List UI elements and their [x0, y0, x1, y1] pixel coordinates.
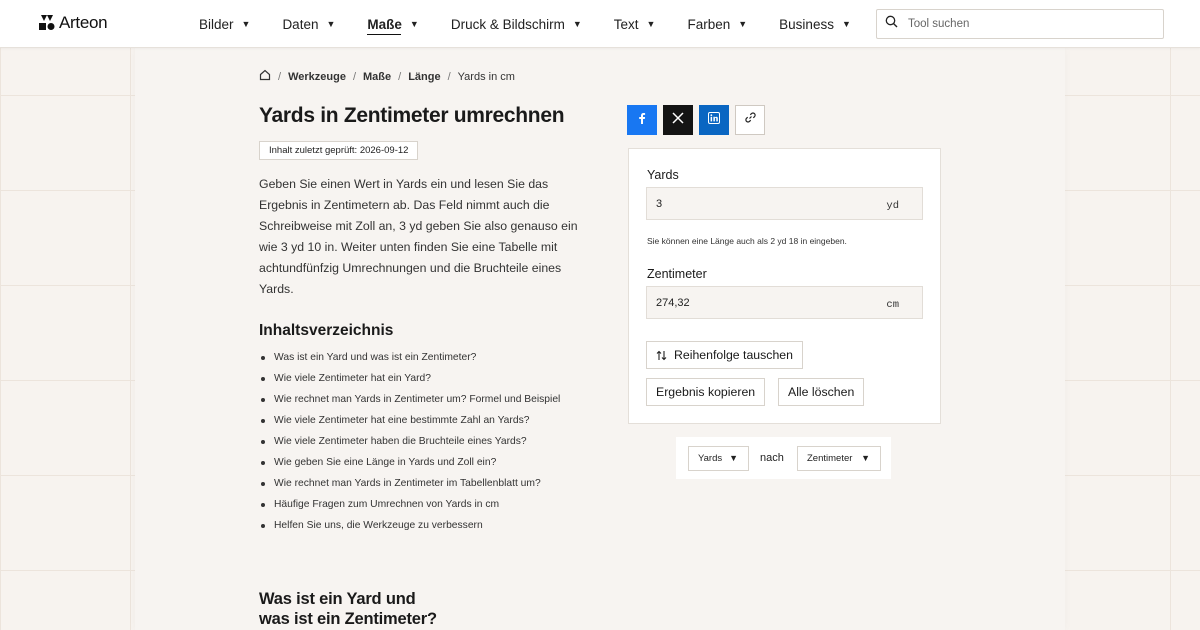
swap-order-label: Reihenfolge tauschen — [674, 348, 793, 362]
facebook-icon — [636, 111, 648, 129]
intro-text: Geben Sie einen Wert in Yards ein und le… — [259, 177, 578, 296]
nav-item-masse[interactable]: Maße ▼ — [367, 0, 419, 48]
breadcrumb-masse[interactable]: Maße — [363, 71, 391, 83]
from-unit-suffix: yd — [886, 200, 899, 212]
toc-item[interactable]: Helfen Sie uns, die Werkzeuge zu verbess… — [259, 515, 560, 536]
section-heading-line: was ist ein Zentimeter? — [259, 610, 437, 628]
chevron-down-icon: ▼ — [738, 19, 748, 29]
chevron-down-icon: ▼ — [241, 19, 251, 29]
site-header: Arteon Bilder ▼ Daten ▼ Maße ▼ Druck & B… — [0, 0, 1200, 48]
breadcrumb-current: Yards in cm — [457, 70, 515, 83]
to-value-field[interactable]: cm — [646, 286, 923, 319]
copy-result-label: Ergebnis kopieren — [656, 385, 756, 399]
centimeters-input[interactable] — [656, 296, 856, 309]
copy-result-button[interactable]: Ergebnis kopieren — [646, 378, 766, 406]
toc-item[interactable]: Häufige Fragen zum Umrechnen von Yards i… — [259, 494, 560, 515]
copy-link-button[interactable] — [735, 105, 765, 135]
nav-item-daten[interactable]: Daten ▼ — [282, 0, 335, 48]
breadcrumb-laenge[interactable]: Länge — [408, 71, 440, 83]
breadcrumb-separator: / — [352, 70, 356, 83]
toc-item[interactable]: Wie viele Zentimeter hat eine bestimmte … — [259, 410, 560, 431]
tool-search[interactable] — [876, 9, 1164, 39]
from-unit-label: Yards — [647, 168, 679, 182]
nav-item-label: Daten — [282, 16, 319, 32]
nav-item-label: Business — [779, 16, 834, 32]
linkedin-icon — [708, 111, 720, 129]
swap-order-button[interactable]: Reihenfolge tauschen — [646, 341, 803, 369]
chevron-down-icon: ▼ — [409, 19, 419, 29]
to-unit-select[interactable]: Zentimeter ▼ — [797, 446, 881, 471]
chevron-down-icon: ▼ — [326, 19, 336, 29]
nav-item-label: Farben — [687, 16, 731, 32]
chevron-down-icon: ▼ — [861, 453, 870, 463]
breadcrumb-werkzeuge[interactable]: Werkzeuge — [288, 71, 346, 83]
toc-item[interactable]: Wie viele Zentimeter haben die Bruchteil… — [259, 431, 560, 452]
to-unit-label: Zentimeter — [647, 267, 707, 281]
toc-title: Inhaltsverzeichnis — [259, 322, 394, 339]
chevron-down-icon: ▼ — [572, 19, 582, 29]
nav-item-bilder[interactable]: Bilder ▼ — [199, 0, 250, 48]
search-input[interactable] — [908, 18, 1148, 30]
clear-all-button[interactable]: Alle löschen — [778, 378, 865, 406]
nav-item-druck-bildschirm[interactable]: Druck & Bildschirm ▼ — [451, 0, 582, 48]
page-title: Yards in Zentimeter umrechnen — [259, 104, 565, 127]
unit-connector-label: nach — [760, 452, 784, 464]
breadcrumb-separator: / — [447, 70, 451, 83]
unit-selector-row: Yards ▼ nach Zentimeter ▼ — [676, 437, 891, 479]
toc-item[interactable]: Wie viele Zentimeter hat ein Yard? — [259, 368, 560, 389]
swap-arrows-icon — [656, 350, 667, 361]
home-icon[interactable] — [259, 69, 271, 84]
chevron-down-icon: ▼ — [729, 453, 738, 463]
share-linkedin-button[interactable] — [699, 105, 729, 135]
section-heading: Was ist ein Yard und was ist ein Zentime… — [259, 589, 437, 629]
nav-item-text[interactable]: Text ▼ — [614, 0, 656, 48]
input-hint: Sie können eine Länge auch als 2 yd 18 i… — [647, 236, 847, 246]
nav-item-label: Text — [613, 16, 639, 32]
clear-all-label: Alle löschen — [788, 385, 855, 399]
toc-item[interactable]: Wie geben Sie eine Länge in Yards und Zo… — [259, 452, 560, 473]
nav-item-business[interactable]: Business ▼ — [779, 0, 851, 48]
to-unit-select-value: Zentimeter — [807, 453, 853, 464]
updated-badge: Inhalt zuletzt geprüft: 2026-09-12 — [259, 141, 419, 160]
x-icon — [672, 111, 684, 129]
section-heading-line: Was ist ein Yard und — [259, 590, 416, 608]
yards-input[interactable] — [656, 197, 856, 210]
search-icon — [885, 15, 898, 33]
chevron-down-icon: ▼ — [841, 19, 851, 29]
share-bar — [627, 105, 765, 135]
table-of-contents: Was ist ein Yard und was ist ein Zentime… — [259, 347, 560, 536]
breadcrumb-separator: / — [398, 70, 402, 83]
breadcrumb: / Werkzeuge / Maße / Länge / Yards in cm — [259, 69, 515, 84]
toc-item[interactable]: Wie rechnet man Yards in Zentimeter im T… — [259, 473, 560, 494]
from-unit-select-value: Yards — [698, 453, 723, 464]
brand-logo-icon — [39, 15, 55, 31]
from-value-field[interactable]: yd — [646, 187, 923, 220]
nav-item-label: Maße — [367, 16, 402, 32]
share-facebook-button[interactable] — [627, 105, 657, 135]
to-unit-suffix: cm — [886, 299, 899, 311]
from-unit-select[interactable]: Yards ▼ — [688, 446, 749, 471]
toc-item[interactable]: Was ist ein Yard und was ist ein Zentime… — [259, 347, 560, 368]
nav-item-label: Druck & Bildschirm — [450, 16, 565, 32]
brand-logo[interactable]: Arteon — [39, 13, 108, 33]
share-x-button[interactable] — [663, 105, 693, 135]
nav-item-label: Bilder — [199, 16, 234, 32]
breadcrumb-separator: / — [278, 70, 282, 83]
converter-card: Yards yd Sie können eine Länge auch als … — [628, 148, 941, 424]
toc-item[interactable]: Wie rechnet man Yards in Zentimeter um? … — [259, 389, 560, 410]
link-icon — [744, 111, 757, 129]
brand-name: Arteon — [59, 13, 108, 32]
main-nav: Bilder ▼ Daten ▼ Maße ▼ Druck & Bildschi… — [199, 0, 883, 48]
chevron-down-icon: ▼ — [646, 19, 656, 29]
nav-item-farben[interactable]: Farben ▼ — [687, 0, 747, 48]
